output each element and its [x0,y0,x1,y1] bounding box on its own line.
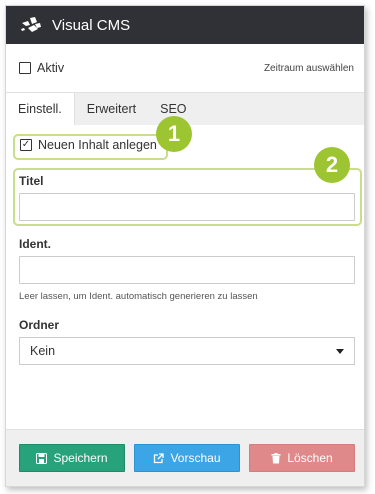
action-footer: Speichern Vorschau Löschen [6,429,364,486]
tab-advanced[interactable]: Erweitert [75,93,148,125]
settings-form: 1 ✓ Neuen Inhalt anlegen 2 Titel Ident. … [6,116,364,425]
folder-select[interactable]: Kein [19,337,355,365]
preview-button[interactable]: Vorschau [134,444,240,472]
delete-button[interactable]: Löschen [249,444,355,472]
new-content-label: Neuen Inhalt anlegen [38,138,157,152]
save-button-label: Speichern [53,451,108,465]
folder-label: Ordner [19,318,60,332]
app-title: Visual CMS [52,16,131,34]
chevron-down-icon [336,348,344,354]
ident-label: Ident. [19,237,51,251]
cms-panel: Visual CMS Aktiv Zeitraum auswählen Eins… [5,5,365,487]
new-content-toggle[interactable]: ✓ Neuen Inhalt anlegen [16,135,161,155]
ident-input[interactable] [19,256,355,284]
callout-1-badge: 1 [156,116,192,152]
visual-cms-logo-icon [20,13,44,37]
new-content-checkbox[interactable]: ✓ [20,139,32,151]
ident-hint: Leer lassen, um Ident. automatisch gener… [19,291,258,302]
active-checkbox[interactable] [19,62,31,74]
timerange-link[interactable]: Zeitraum auswählen [264,63,354,74]
active-toggle[interactable]: Aktiv [19,61,64,75]
floppy-disk-icon [36,452,48,464]
tab-settings[interactable]: Einstell. [6,93,75,125]
trash-icon [271,452,281,463]
title-input[interactable] [19,193,355,221]
active-label: Aktiv [37,61,65,75]
callout-2-badge: 2 [314,147,350,183]
title-label: Titel [19,174,44,188]
preview-button-label: Vorschau [170,451,221,465]
app-header: Visual CMS [6,6,364,44]
top-toolbar: Aktiv Zeitraum auswählen [6,44,364,92]
delete-button-label: Löschen [287,451,333,465]
folder-select-value: Kein [30,344,56,358]
save-button[interactable]: Speichern [19,444,125,472]
external-link-icon [154,452,165,463]
